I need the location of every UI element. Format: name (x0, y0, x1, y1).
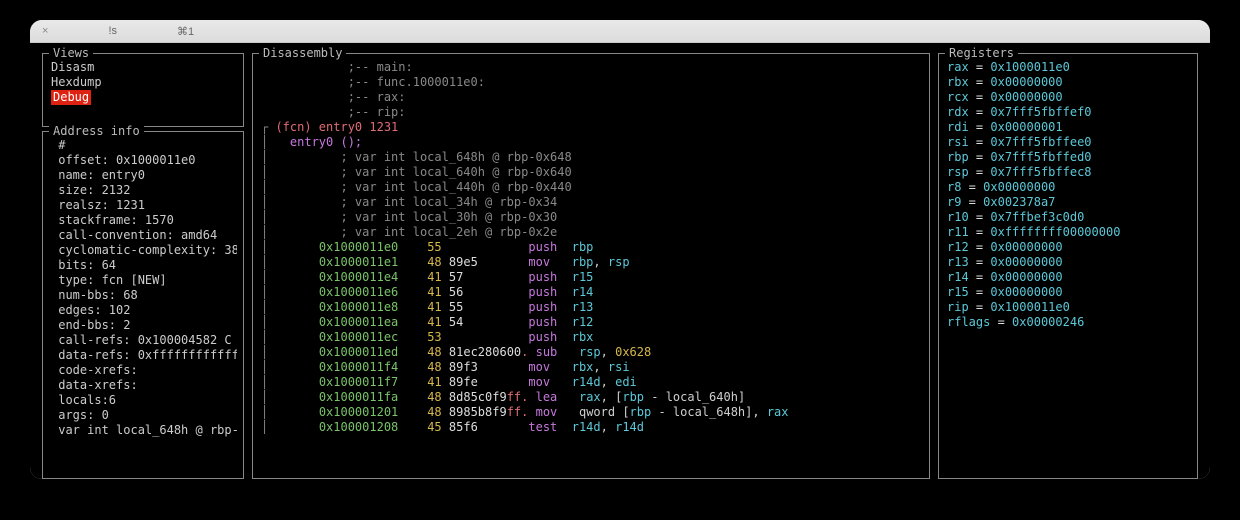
disasm-instruction[interactable]: │ 0x1000011ea 41 54 push r12 (261, 315, 923, 330)
address-info-line: # (51, 138, 237, 153)
register-line: rdx = 0x7fff5fbffef0 (947, 105, 1191, 120)
register-line: rsp = 0x7fff5fbffec8 (947, 165, 1191, 180)
views-item[interactable]: Debug (51, 90, 91, 105)
disasm-fcn-header: ┌ (fcn) entry0 1231 (261, 120, 923, 135)
disasm-instruction[interactable]: │ 0x1000011f7 41 89fe mov r14d, edi (261, 375, 923, 390)
register-line: r12 = 0x00000000 (947, 240, 1191, 255)
disasm-instruction[interactable]: │ 0x1000011e6 41 56 push r14 (261, 285, 923, 300)
register-line: rbp = 0x7fff5fbffed0 (947, 150, 1191, 165)
disasm-instruction[interactable]: │ 0x1000011ed 48 81ec280600. sub rsp, 0x… (261, 345, 923, 360)
close-icon[interactable]: × (42, 25, 48, 37)
register-line: rcx = 0x00000000 (947, 90, 1191, 105)
disasm-comment: ;-- rip: (261, 105, 923, 120)
address-info-line: code-xrefs: (51, 363, 237, 378)
address-info-title: Address info (49, 124, 144, 138)
address-info-line: realsz: 1231 (51, 198, 237, 213)
disasm-local-var: │ ; var int local_440h @ rbp-0x440 (261, 180, 923, 195)
address-info-line: var int local_648h @ rbp-0x64 (51, 423, 237, 438)
register-line: r8 = 0x00000000 (947, 180, 1191, 195)
address-info-line: data-refs: 0xffffffffffff9c (51, 348, 237, 363)
register-line: rbx = 0x00000000 (947, 75, 1191, 90)
address-info-line: end-bbs: 2 (51, 318, 237, 333)
disasm-comment: ;-- main: (261, 60, 923, 75)
address-info-panel: Address info # offset: 0x1000011e0 name:… (42, 131, 244, 479)
tab-label[interactable]: !s (108, 25, 117, 37)
register-line: rsi = 0x7fff5fbffee0 (947, 135, 1191, 150)
address-info-line: size: 2132 (51, 183, 237, 198)
address-info-line: call-refs: 0x100004582 C 0x1 (51, 333, 237, 348)
register-line: r15 = 0x00000000 (947, 285, 1191, 300)
register-line: rflags = 0x00000246 (947, 315, 1191, 330)
register-line: r13 = 0x00000000 (947, 255, 1191, 270)
disasm-local-var: │ ; var int local_30h @ rbp-0x30 (261, 210, 923, 225)
disasm-local-var: │ ; var int local_640h @ rbp-0x640 (261, 165, 923, 180)
address-info-line: bits: 64 (51, 258, 237, 273)
address-info-line: offset: 0x1000011e0 (51, 153, 237, 168)
register-line: rdi = 0x00000001 (947, 120, 1191, 135)
address-info-line: stackframe: 1570 (51, 213, 237, 228)
views-item[interactable]: Hexdump (51, 75, 237, 90)
register-line: rax = 0x1000011e0 (947, 60, 1191, 75)
register-line: r9 = 0x002378a7 (947, 195, 1191, 210)
views-panel: Views DisasmHexdumpDebug (42, 53, 244, 127)
address-info-line: args: 0 (51, 408, 237, 423)
disasm-instruction[interactable]: │ 0x1000011e8 41 55 push r13 (261, 300, 923, 315)
address-info-line: data-xrefs: (51, 378, 237, 393)
disasm-instruction[interactable]: │ 0x1000011e4 41 57 push r15 (261, 270, 923, 285)
register-line: r10 = 0x7ffbef3c0d0 (947, 210, 1191, 225)
terminal: Views DisasmHexdumpDebug Address info # … (30, 43, 1210, 479)
disassembly-title: Disassembly (259, 46, 346, 60)
disasm-instruction[interactable]: │ 0x100001208 45 85f6 test r14d, r14d (261, 420, 923, 435)
views-title: Views (49, 46, 93, 60)
views-item[interactable]: Disasm (51, 60, 237, 75)
disasm-instruction[interactable]: │ 0x1000011f4 48 89f3 mov rbx, rsi (261, 360, 923, 375)
tab-bar: × !s ⌘1 (30, 20, 1210, 43)
address-info-line: type: fcn [NEW] (51, 273, 237, 288)
address-info-line: name: entry0 (51, 168, 237, 183)
register-line: r14 = 0x00000000 (947, 270, 1191, 285)
disasm-comment: ;-- func.1000011e0: (261, 75, 923, 90)
disasm-local-var: │ ; var int local_648h @ rbp-0x648 (261, 150, 923, 165)
disassembly-panel[interactable]: Disassembly ;-- main: ;-- func.1000011e0… (252, 53, 930, 479)
disasm-comment: ;-- rax: (261, 90, 923, 105)
left-column: Views DisasmHexdumpDebug Address info # … (38, 49, 248, 479)
register-line: r11 = 0xffffffff00000000 (947, 225, 1191, 240)
registers-panel: Registers rax = 0x1000011e0rbx = 0x00000… (938, 53, 1198, 479)
address-info-line: cyclomatic-complexity: 38 (51, 243, 237, 258)
address-info-line: locals:6 (51, 393, 237, 408)
register-line: rip = 0x1000011e0 (947, 300, 1191, 315)
window-frame: × !s ⌘1 Views DisasmHexdumpDebug Address… (30, 20, 1210, 479)
disasm-local-var: │ ; var int local_34h @ rbp-0x34 (261, 195, 923, 210)
disasm-fcn-sig: │ entry0 (); (261, 135, 923, 150)
disasm-instruction[interactable]: │ 0x1000011e1 48 89e5 mov rbp, rsp (261, 255, 923, 270)
disasm-instruction[interactable]: │ 0x100001201 48 8985b8f9ff. mov qword [… (261, 405, 923, 420)
tab-shortcut: ⌘1 (177, 25, 194, 38)
disasm-instruction[interactable]: │ 0x1000011fa 48 8d85c0f9ff. lea rax, [r… (261, 390, 923, 405)
disasm-local-var: │ ; var int local_2eh @ rbp-0x2e (261, 225, 923, 240)
disasm-instruction[interactable]: │ 0x1000011e0 55 push rbp (261, 240, 923, 255)
disasm-instruction[interactable]: │ 0x1000011ec 53 push rbx (261, 330, 923, 345)
address-info-line: call-convention: amd64 (51, 228, 237, 243)
address-info-line: num-bbs: 68 (51, 288, 237, 303)
registers-title: Registers (945, 46, 1018, 60)
address-info-line: edges: 102 (51, 303, 237, 318)
